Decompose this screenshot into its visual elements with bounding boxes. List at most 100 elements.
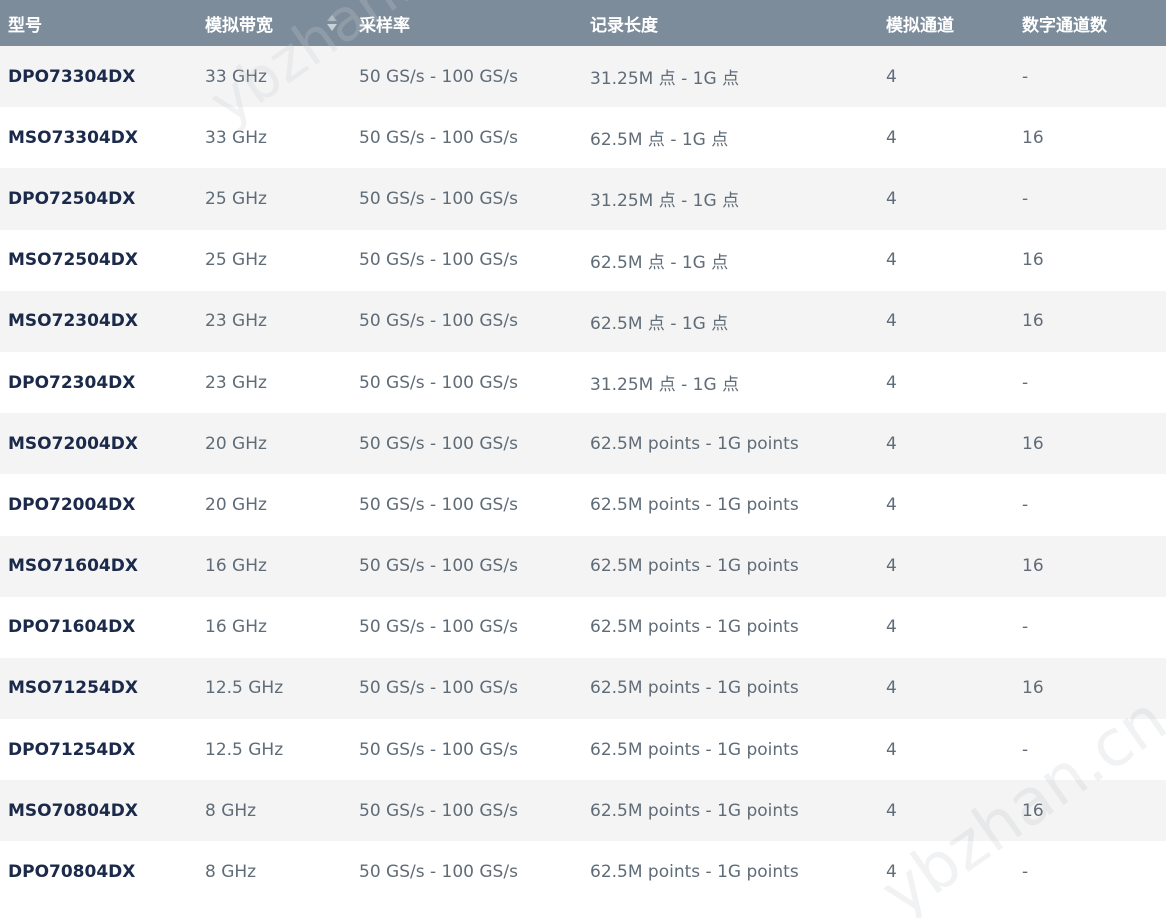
cell-analog-bandwidth: 33 GHz bbox=[205, 66, 267, 87]
cell-analog-bandwidth: 25 GHz bbox=[205, 188, 267, 209]
cell-digital-channels: 16 bbox=[1022, 311, 1044, 332]
cell-analog-bandwidth: 25 GHz bbox=[205, 250, 267, 271]
cell-analog-bandwidth: 16 GHz bbox=[205, 556, 267, 577]
header-record-length-label: 记录长度 bbox=[590, 15, 658, 36]
cell-model: DPO72504DX bbox=[8, 188, 136, 209]
cell-model: MSO70804DX bbox=[8, 800, 138, 821]
cell-analog-channels: 4 bbox=[886, 66, 897, 87]
cell-analog-bandwidth: 8 GHz bbox=[205, 862, 257, 883]
cell-model: MSO71604DX bbox=[8, 556, 138, 577]
header-sample-rate-label: 采样率 bbox=[359, 15, 410, 36]
cell-model: MSO73304DX bbox=[8, 127, 138, 148]
header-model[interactable]: 型号 bbox=[0, 0, 197, 46]
cell-sample-rate: 50 GS/s - 100 GS/s bbox=[359, 433, 518, 454]
cell-model: DPO72004DX bbox=[8, 494, 136, 515]
cell-analog-bandwidth: 12.5 GHz bbox=[205, 739, 284, 760]
cell-analog-channels: 4 bbox=[886, 800, 897, 821]
product-spec-page: 型号 模拟带宽 采样率 记录长度 模拟通道 数字通道数 DPO73304DX 33… bbox=[0, 0, 1166, 918]
cell-record-length: 62.5M points - 1G points bbox=[590, 556, 799, 577]
cell-digital-channels: - bbox=[1022, 862, 1029, 883]
cell-analog-bandwidth: 20 GHz bbox=[205, 494, 267, 515]
cell-analog-bandwidth: 12.5 GHz bbox=[205, 678, 284, 699]
cell-record-length: 62.5M 点 - 1G 点 bbox=[590, 130, 729, 151]
cell-analog-channels: 4 bbox=[886, 127, 897, 148]
table-row: MSO70804DX 8 GHz 50 GS/s - 100 GS/s 62.5M p… bbox=[0, 780, 1166, 842]
cell-analog-channels: 4 bbox=[886, 862, 897, 883]
cell-sample-rate: 50 GS/s - 100 GS/s bbox=[359, 800, 518, 821]
cell-digital-channels: 16 bbox=[1022, 127, 1044, 148]
header-sample-rate[interactable]: 采样率 bbox=[351, 0, 582, 46]
cell-sample-rate: 50 GS/s - 100 GS/s bbox=[359, 617, 518, 638]
cell-digital-channels: - bbox=[1022, 372, 1029, 393]
cell-sample-rate: 50 GS/s - 100 GS/s bbox=[359, 494, 518, 515]
cell-sample-rate: 50 GS/s - 100 GS/s bbox=[359, 250, 518, 271]
cell-analog-bandwidth: 33 GHz bbox=[205, 127, 267, 148]
header-record-length[interactable]: 记录长度 bbox=[582, 0, 878, 46]
cell-analog-channels: 4 bbox=[886, 311, 897, 332]
cell-record-length: 62.5M 点 - 1G 点 bbox=[590, 313, 729, 334]
cell-model: MSO72004DX bbox=[8, 433, 138, 454]
cell-sample-rate: 50 GS/s - 100 GS/s bbox=[359, 127, 518, 148]
table-row: MSO72304DX 23 GHz 50 GS/s - 100 GS/s 62.5M … bbox=[0, 290, 1166, 352]
cell-analog-bandwidth: 16 GHz bbox=[205, 617, 267, 638]
cell-analog-bandwidth: 20 GHz bbox=[205, 433, 267, 454]
cell-model: DPO73304DX bbox=[8, 66, 136, 87]
cell-analog-channels: 4 bbox=[886, 494, 897, 515]
cell-record-length: 62.5M points - 1G points bbox=[590, 433, 799, 454]
cell-record-length: 62.5M points - 1G points bbox=[590, 862, 799, 883]
cell-record-length: 62.5M points - 1G points bbox=[590, 739, 799, 760]
cell-analog-channels: 4 bbox=[886, 556, 897, 577]
header-digital-channels-label: 数字通道数 bbox=[1022, 15, 1107, 36]
header-model-label: 型号 bbox=[8, 15, 42, 36]
cell-sample-rate: 50 GS/s - 100 GS/s bbox=[359, 372, 518, 393]
cell-analog-channels: 4 bbox=[886, 433, 897, 454]
cell-record-length: 31.25M 点 - 1G 点 bbox=[590, 375, 740, 396]
cell-digital-channels: - bbox=[1022, 188, 1029, 209]
table-row: DPO71604DX 16 GHz 50 GS/s - 100 GS/s 62.5M … bbox=[0, 596, 1166, 658]
cell-model: MSO72304DX bbox=[8, 311, 138, 332]
cell-analog-channels: 4 bbox=[886, 250, 897, 271]
header-row: 型号 模拟带宽 采样率 记录长度 模拟通道 数字通道数 bbox=[0, 0, 1166, 46]
sort-arrows-icon[interactable] bbox=[327, 15, 337, 33]
cell-model: DPO70804DX bbox=[8, 862, 136, 883]
cell-record-length: 62.5M points - 1G points bbox=[590, 617, 799, 638]
cell-sample-rate: 50 GS/s - 100 GS/s bbox=[359, 188, 518, 209]
cell-model: MSO72504DX bbox=[8, 250, 138, 271]
table-row: DPO72304DX 23 GHz 50 GS/s - 100 GS/s 31.25M… bbox=[0, 351, 1166, 414]
table-row: MSO72004DX 20 GHz 50 GS/s - 100 GS/s 62.5M … bbox=[0, 413, 1166, 475]
cell-record-length: 31.25M 点 - 1G 点 bbox=[590, 191, 740, 212]
table-body: DPO73304DX 33 GHz 50 GS/s - 100 GS/s 31.25M… bbox=[0, 46, 1166, 903]
table-row: DPO71254DX 12.5 GHz 50 GS/s - 100 GS/s 62.5… bbox=[0, 719, 1166, 781]
cell-model: DPO71604DX bbox=[8, 617, 136, 638]
header-analog-channels-label: 模拟通道 bbox=[886, 15, 954, 36]
table-header: 型号 模拟带宽 采样率 记录长度 模拟通道 数字通道数 bbox=[0, 0, 1166, 46]
cell-record-length: 62.5M 点 - 1G 点 bbox=[590, 252, 729, 273]
cell-analog-channels: 4 bbox=[886, 617, 897, 638]
cell-digital-channels: 16 bbox=[1022, 800, 1044, 821]
cell-digital-channels: - bbox=[1022, 494, 1029, 515]
cell-digital-channels: 16 bbox=[1022, 678, 1044, 699]
cell-record-length: 62.5M points - 1G points bbox=[590, 678, 799, 699]
cell-sample-rate: 50 GS/s - 100 GS/s bbox=[359, 556, 518, 577]
cell-analog-channels: 4 bbox=[886, 372, 897, 393]
cell-digital-channels: 16 bbox=[1022, 556, 1044, 577]
table-row: DPO72004DX 20 GHz 50 GS/s - 100 GS/s 62.5M … bbox=[0, 474, 1166, 536]
table-row: DPO70804DX 8 GHz 50 GS/s - 100 GS/s 62.5M p… bbox=[0, 841, 1166, 903]
cell-digital-channels: - bbox=[1022, 617, 1029, 638]
cell-model: MSO71254DX bbox=[8, 678, 138, 699]
cell-analog-channels: 4 bbox=[886, 188, 897, 209]
table-row: MSO73304DX 33 GHz 50 GS/s - 100 GS/s 62.5M … bbox=[0, 107, 1166, 169]
header-analog-bandwidth[interactable]: 模拟带宽 bbox=[197, 0, 351, 46]
cell-analog-bandwidth: 23 GHz bbox=[205, 372, 267, 393]
table-row: MSO72504DX 25 GHz 50 GS/s - 100 GS/s 62.5M … bbox=[0, 229, 1166, 291]
header-digital-channels[interactable]: 数字通道数 bbox=[1014, 0, 1166, 46]
header-analog-channels[interactable]: 模拟通道 bbox=[878, 0, 1014, 46]
table-row: DPO73304DX 33 GHz 50 GS/s - 100 GS/s 31.25M… bbox=[0, 46, 1166, 108]
cell-analog-channels: 4 bbox=[886, 739, 897, 760]
header-analog-bandwidth-label: 模拟带宽 bbox=[205, 15, 273, 36]
table-row: DPO72504DX 25 GHz 50 GS/s - 100 GS/s 31.25M… bbox=[0, 168, 1166, 230]
cell-digital-channels: - bbox=[1022, 739, 1029, 760]
table-row: MSO71604DX 16 GHz 50 GS/s - 100 GS/s 62.5M … bbox=[0, 535, 1166, 597]
oscilloscope-spec-table: 型号 模拟带宽 采样率 记录长度 模拟通道 数字通道数 DPO73304DX 33… bbox=[0, 0, 1166, 903]
cell-sample-rate: 50 GS/s - 100 GS/s bbox=[359, 311, 518, 332]
